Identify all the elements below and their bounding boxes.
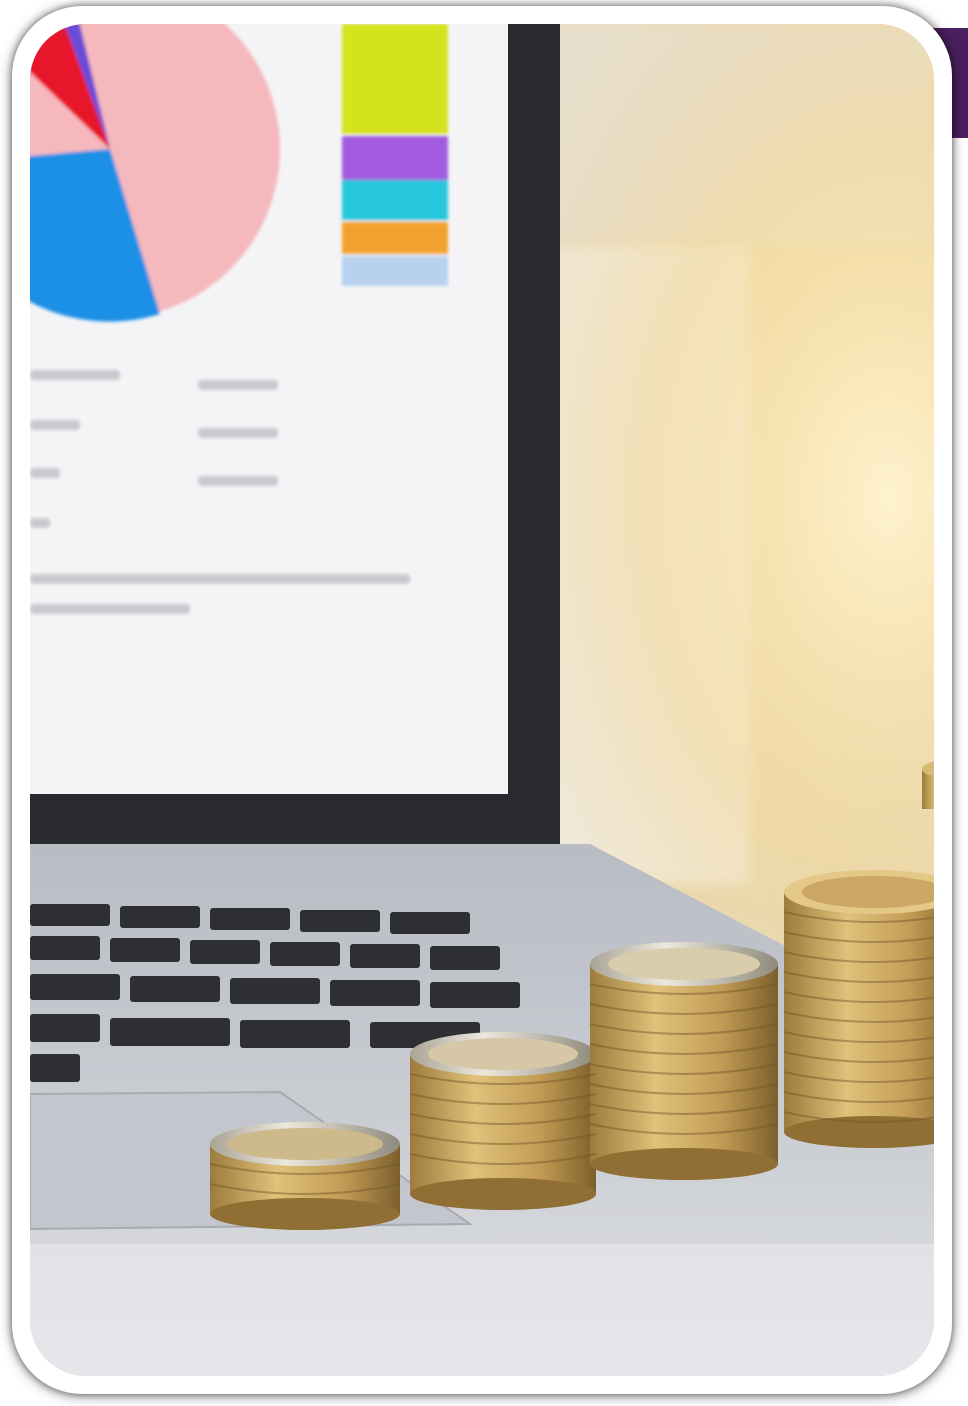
- photo-illustration: [30, 24, 934, 1376]
- coin-stack-small: [210, 1122, 400, 1230]
- desk-reflection: [30, 1244, 934, 1376]
- coin-stack-tallest: [784, 870, 934, 1148]
- screen-legend: [342, 24, 448, 286]
- photo-frame: [12, 6, 952, 1394]
- photo: [30, 24, 934, 1376]
- coin-stack-tall: [590, 942, 778, 1180]
- coin-edge-right: [922, 761, 934, 809]
- coin-stack-medium: [410, 1032, 596, 1210]
